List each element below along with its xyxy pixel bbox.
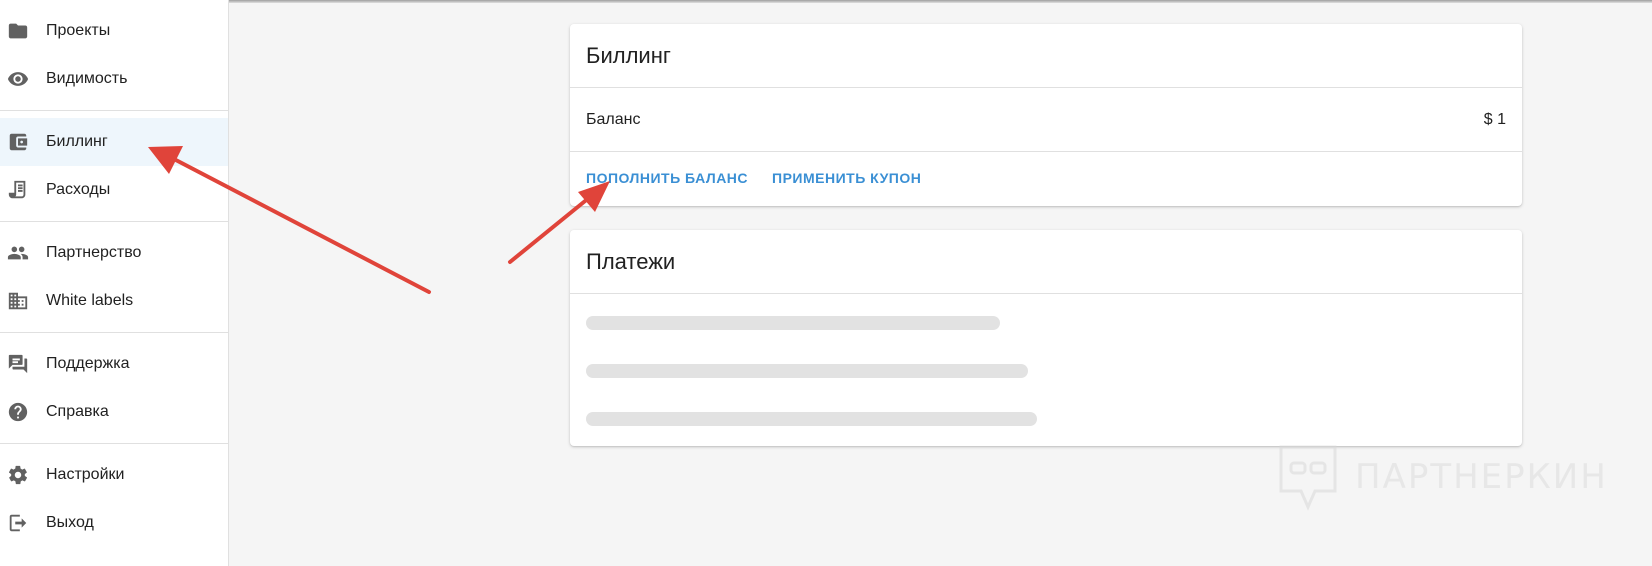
- sidebar-item-support[interactable]: Поддержка: [0, 340, 228, 388]
- sidebar-item-projects[interactable]: Проекты: [0, 7, 228, 55]
- loading-skeleton-line: [586, 316, 1000, 330]
- sidebar-divider: [0, 110, 228, 111]
- payments-card: Платежи: [570, 230, 1522, 446]
- sidebar-item-label: Выход: [46, 514, 94, 531]
- watermark: ПАРТНЕРКИН: [1275, 443, 1608, 511]
- sidebar-item-visibility[interactable]: Видимость: [0, 55, 228, 103]
- sidebar-item-label: Проекты: [46, 22, 111, 39]
- nav-group-projects: Проекты Видимость: [0, 3, 228, 107]
- sidebar-item-label: Расходы: [46, 181, 111, 198]
- chat-icon: [6, 352, 30, 376]
- billing-actions: ПОПОЛНИТЬ БАЛАНС ПРИМЕНИТЬ КУПОН: [570, 152, 1522, 204]
- sidebar-item-label: Справка: [46, 403, 109, 420]
- nav-group-support: Поддержка Справка: [0, 336, 228, 440]
- loading-skeleton-line: [586, 412, 1037, 426]
- wallet-icon: [6, 130, 30, 154]
- watermark-text: ПАРТНЕРКИН: [1355, 457, 1608, 497]
- sidebar-item-label: Биллинг: [46, 133, 108, 150]
- nav-group-partners: Партнерство White labels: [0, 225, 228, 329]
- sidebar-item-label: Поддержка: [46, 355, 130, 372]
- exit-icon: [6, 511, 30, 535]
- nav-group-billing: Биллинг Расходы: [0, 114, 228, 218]
- balance-label: Баланс: [586, 110, 641, 128]
- sidebar-item-help[interactable]: Справка: [0, 388, 228, 436]
- sidebar-item-white-labels[interactable]: White labels: [0, 277, 228, 325]
- sidebar-item-billing[interactable]: Биллинг: [0, 118, 228, 166]
- sidebar-item-settings[interactable]: Настройки: [0, 451, 228, 499]
- building-icon: [6, 289, 30, 313]
- sidebar-item-label: Видимость: [46, 70, 128, 87]
- sidebar-divider: [0, 332, 228, 333]
- balance-row: Баланс $ 1: [570, 88, 1522, 152]
- nav-group-settings: Настройки Выход: [0, 447, 228, 551]
- sidebar-divider: [0, 443, 228, 444]
- sidebar-item-label: White labels: [46, 292, 134, 309]
- billing-card-title: Биллинг: [570, 24, 1522, 88]
- sidebar-item-logout[interactable]: Выход: [0, 499, 228, 547]
- help-icon: [6, 400, 30, 424]
- apply-coupon-button[interactable]: ПРИМЕНИТЬ КУПОН: [772, 170, 921, 186]
- sidebar-item-label: Настройки: [46, 466, 125, 483]
- watermark-logo-icon: [1279, 445, 1337, 511]
- gear-icon: [6, 463, 30, 487]
- payments-card-title: Платежи: [570, 230, 1522, 294]
- top-shadow-line: [0, 0, 1652, 3]
- eye-icon: [6, 67, 30, 91]
- sidebar-item-label: Партнерство: [46, 244, 142, 261]
- loading-skeleton-line: [586, 364, 1028, 378]
- receipt-icon: [6, 178, 30, 202]
- balance-value: $ 1: [1483, 110, 1506, 128]
- top-up-balance-button[interactable]: ПОПОЛНИТЬ БАЛАНС: [586, 170, 748, 186]
- sidebar: Проекты Видимость Биллинг Расходы Партне…: [0, 0, 229, 566]
- people-icon: [6, 241, 30, 265]
- sidebar-divider: [0, 221, 228, 222]
- sidebar-item-partnership[interactable]: Партнерство: [0, 229, 228, 277]
- sidebar-item-expenses[interactable]: Расходы: [0, 166, 228, 214]
- folder-icon: [6, 19, 30, 43]
- billing-card: Биллинг Баланс $ 1 ПОПОЛНИТЬ БАЛАНС ПРИМ…: [570, 24, 1522, 206]
